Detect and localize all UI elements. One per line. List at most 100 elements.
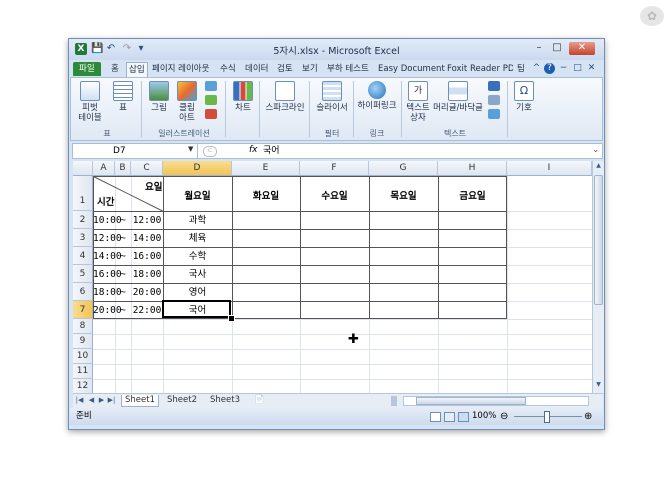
- symbol-button[interactable]: Ω 기호: [513, 81, 535, 113]
- next-sheet-icon[interactable]: ▶: [97, 395, 106, 405]
- cell-a3[interactable]: 12:00: [93, 230, 122, 247]
- sheet-tab-2[interactable]: Sheet2: [164, 395, 200, 406]
- separator: [353, 81, 354, 137]
- cell-d3[interactable]: 체육: [163, 230, 232, 247]
- insert-function-icon[interactable]: fx: [249, 145, 258, 155]
- tab-home[interactable]: 홈: [111, 62, 119, 76]
- zoom-level[interactable]: 100%: [472, 408, 496, 425]
- cell-c7[interactable]: 22:00: [131, 302, 163, 319]
- normal-view-icon[interactable]: [430, 412, 441, 422]
- tab-page-layout[interactable]: 페이지 레이아웃: [152, 62, 209, 76]
- expand-formula-bar-icon[interactable]: ⌄: [592, 145, 599, 154]
- screenshot-icon: [205, 109, 217, 119]
- clipart-icon: [177, 81, 197, 101]
- zoom-slider-thumb[interactable]: [544, 411, 550, 423]
- workbook-minimize-icon[interactable]: −: [558, 63, 569, 74]
- cell-c3[interactable]: 14:00: [131, 230, 163, 247]
- tab-foxit-reader[interactable]: Foxit Reader PDF: [447, 62, 513, 76]
- slicer-button[interactable]: 슬라이서: [313, 81, 351, 113]
- horizontal-scrollbar[interactable]: [403, 396, 589, 406]
- pivot-table-button[interactable]: 피벗 테이블: [77, 81, 103, 123]
- textbox-button[interactable]: 가 텍스트 상자: [405, 81, 431, 123]
- cell-c6[interactable]: 20:00: [131, 284, 163, 301]
- workbook-close-icon[interactable]: ✕: [586, 63, 597, 74]
- fill-handle[interactable]: [228, 315, 235, 322]
- workbook-restore-icon[interactable]: □: [572, 63, 583, 74]
- formula-bar-resize-icon[interactable]: ⊂: [203, 146, 217, 157]
- formula-bar: D7 ▼ ⊂ fx 국어 ⌄: [72, 143, 603, 159]
- cell-d4[interactable]: 수학: [163, 248, 232, 265]
- cell-b7[interactable]: ~: [115, 302, 131, 319]
- title-bar: X 💾 ↶ ↷ ▾ 5자시.xlsx - Microsoft Excel – □…: [69, 39, 604, 60]
- tab-team[interactable]: 팀: [517, 62, 525, 76]
- cell-b4[interactable]: ~: [115, 248, 131, 265]
- wordart-signature-buttons[interactable]: [487, 81, 501, 121]
- cell-b3[interactable]: ~: [115, 230, 131, 247]
- table-icon: [113, 81, 133, 101]
- header-footer-label: 머리글/바닥글: [433, 103, 483, 113]
- page-break-view-icon[interactable]: [458, 412, 469, 422]
- cell-d2[interactable]: 과학: [163, 212, 232, 229]
- header-footer-button[interactable]: 머리글/바닥글: [432, 81, 484, 113]
- chart-button[interactable]: 차트: [231, 81, 255, 113]
- tab-split-handle[interactable]: [391, 396, 397, 406]
- shapes-smartart-buttons[interactable]: [203, 81, 219, 121]
- insert-sheet-icon[interactable]: 📄: [251, 395, 268, 406]
- help-icon[interactable]: ?: [544, 63, 555, 74]
- illustrations-group-label: 일러스트레이션: [158, 129, 210, 138]
- prev-sheet-icon[interactable]: ◀: [87, 395, 96, 405]
- cell-d5[interactable]: 국사: [163, 266, 232, 283]
- hyperlink-button[interactable]: 하이퍼링크: [355, 81, 399, 111]
- cell-a6[interactable]: 18:00: [93, 284, 122, 301]
- vertical-scroll-thumb[interactable]: [594, 175, 603, 305]
- tab-view[interactable]: 보기: [302, 62, 318, 76]
- clipart-button[interactable]: 클립 아트: [175, 81, 199, 123]
- cell-a5[interactable]: 16:00: [93, 266, 122, 283]
- filter-group-label: 필터: [324, 129, 340, 138]
- link-group-label: 링크: [369, 129, 385, 138]
- sparkline-button[interactable]: 스파크라인: [263, 81, 307, 113]
- cell-b6[interactable]: ~: [115, 284, 131, 301]
- minimize-button[interactable]: –: [531, 42, 547, 55]
- name-box-dropdown-icon[interactable]: ▼: [188, 145, 193, 153]
- tab-formulas[interactable]: 수식: [220, 62, 236, 76]
- table-button[interactable]: 표: [111, 81, 135, 113]
- cell-a7[interactable]: 20:00: [93, 302, 122, 319]
- cell-a2[interactable]: 10:00: [93, 212, 122, 229]
- horizontal-scroll-thumb[interactable]: [416, 397, 526, 405]
- cell-a4[interactable]: 14:00: [93, 248, 122, 265]
- close-button[interactable]: ✕: [569, 42, 595, 55]
- tab-load-test[interactable]: 부하 테스트: [327, 62, 369, 76]
- collapse-ribbon-icon[interactable]: ^: [531, 63, 542, 74]
- last-sheet-icon[interactable]: ▶|: [107, 395, 116, 405]
- restore-button[interactable]: □: [549, 42, 565, 55]
- tab-review[interactable]: 검토: [277, 62, 293, 76]
- cell-d6[interactable]: 영어: [163, 284, 232, 301]
- first-sheet-icon[interactable]: |◀: [75, 395, 84, 405]
- picture-button[interactable]: 그림: [147, 81, 171, 113]
- sheet-tab-1[interactable]: Sheet1: [121, 395, 159, 407]
- tab-insert[interactable]: 삽입: [126, 62, 148, 77]
- page-layout-view-icon[interactable]: [444, 412, 455, 422]
- scroll-down-icon[interactable]: ▼: [594, 381, 603, 391]
- tab-data[interactable]: 데이터: [245, 62, 268, 76]
- header-monday: 월요일: [184, 191, 211, 202]
- cell-c2[interactable]: 12:00: [131, 212, 163, 229]
- cell-b2[interactable]: ~: [115, 212, 131, 229]
- cell-b5[interactable]: ~: [115, 266, 131, 283]
- pivot-table-label: 피벗 테이블: [78, 103, 102, 123]
- worksheet-grid[interactable]: A B C D E F G H I 1 2 3 4 5 6 7 8 9 10 1…: [73, 161, 592, 393]
- vertical-scrollbar[interactable]: ▲ ▼: [592, 161, 604, 393]
- cell-c5[interactable]: 18:00: [131, 266, 163, 283]
- cell-c4[interactable]: 16:00: [131, 248, 163, 265]
- header-tuesday: 화요일: [252, 191, 280, 202]
- formula-input[interactable]: 국어: [263, 144, 280, 158]
- tab-easy-document[interactable]: Easy Document: [378, 62, 445, 76]
- tab-file[interactable]: 파일: [73, 62, 101, 76]
- sheet-tab-3[interactable]: Sheet3: [207, 395, 243, 406]
- name-box[interactable]: D7: [73, 144, 198, 158]
- zoom-out-icon[interactable]: ⊖: [500, 408, 508, 425]
- zoom-in-icon[interactable]: ⊕: [584, 408, 592, 425]
- sparkline-label: 스파크라인: [265, 103, 305, 113]
- scroll-up-icon[interactable]: ▲: [594, 162, 603, 172]
